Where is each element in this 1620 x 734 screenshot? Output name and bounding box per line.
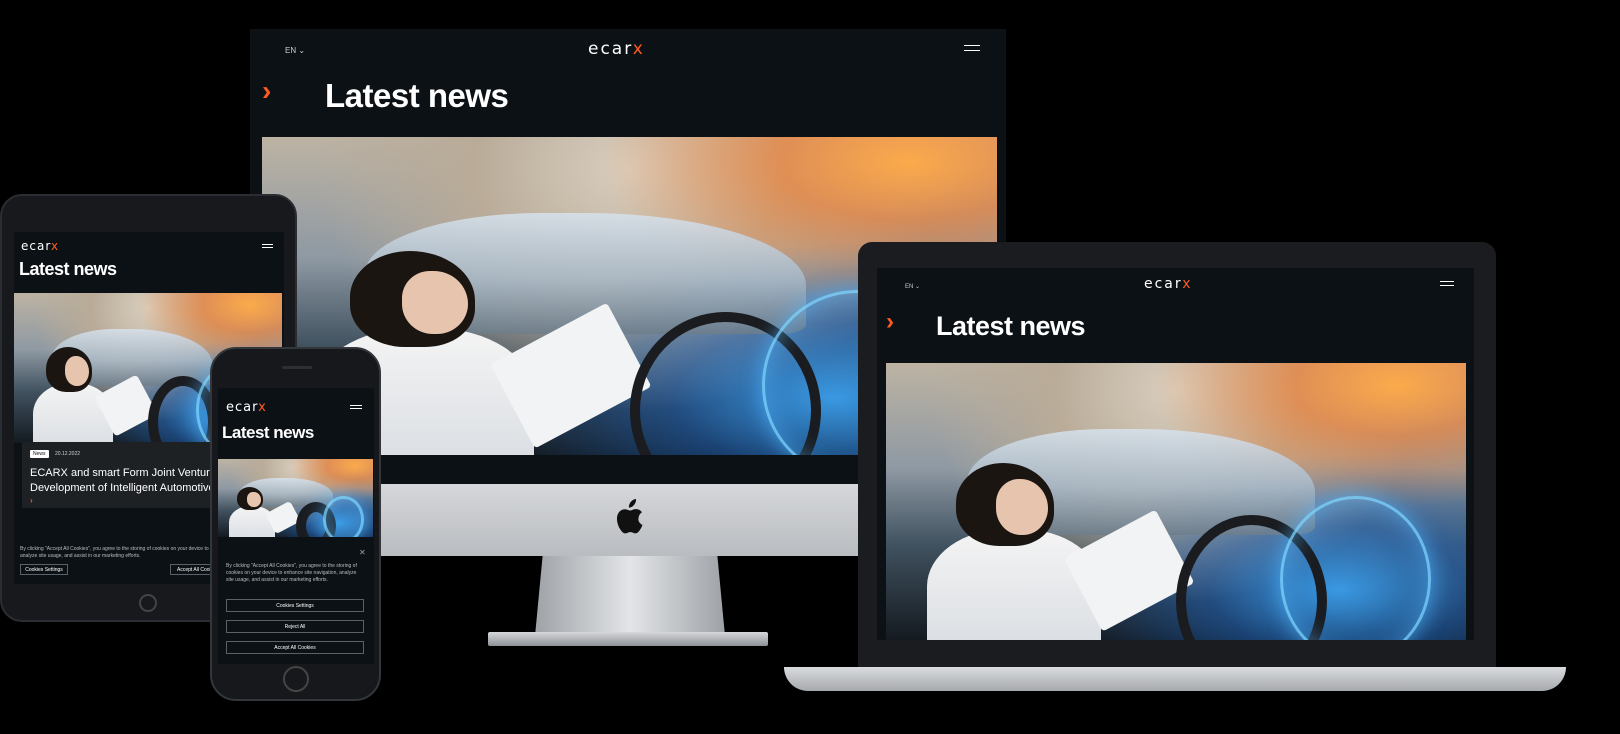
- news-tag: News: [30, 450, 49, 458]
- ecarx-logo[interactable]: ecarx: [588, 39, 645, 59]
- reject-all-button[interactable]: Reject All: [226, 620, 364, 633]
- language-selector[interactable]: EN ⌄: [285, 46, 305, 55]
- accept-all-cookies-button[interactable]: Accept All Cookies: [226, 641, 364, 654]
- laptop-screen: EN ⌄ ecarx › Latest news: [877, 268, 1474, 640]
- hero-image: [218, 459, 373, 537]
- phone-home-button[interactable]: [283, 666, 309, 692]
- chevron-right-icon: ›: [30, 496, 33, 505]
- ecarx-logo[interactable]: ecarx: [226, 400, 267, 415]
- apple-logo-icon: [616, 499, 643, 534]
- cookies-settings-button[interactable]: Cookies Settings: [20, 564, 68, 575]
- laptop-base: [784, 667, 1566, 691]
- page-title: Latest news: [325, 77, 509, 114]
- menu-icon[interactable]: [350, 405, 362, 409]
- page-title: Latest news: [936, 311, 1086, 341]
- cookies-settings-button[interactable]: Cookies Settings: [226, 599, 364, 612]
- page-title: Latest news: [222, 423, 314, 442]
- hero-image: [886, 363, 1466, 640]
- imac-stand: [535, 556, 725, 636]
- menu-icon[interactable]: [964, 45, 980, 51]
- language-selector[interactable]: EN ⌄: [905, 283, 920, 290]
- menu-icon[interactable]: [262, 244, 273, 248]
- phone-speaker: [282, 366, 312, 369]
- chevron-right-icon: ›: [262, 75, 272, 106]
- tablet-home-button[interactable]: [139, 594, 157, 612]
- chevron-right-icon: ›: [886, 308, 894, 335]
- page-title: Latest news: [19, 259, 117, 279]
- news-date: 20.12.2022: [55, 451, 81, 457]
- phone-screen: ecarx Latest news ✕ By clicking "Accept …: [218, 388, 374, 664]
- close-icon[interactable]: ✕: [359, 548, 366, 557]
- cookie-notice-text: By clicking "Accept All Cookies", you ag…: [226, 563, 357, 583]
- ecarx-logo[interactable]: ecarx: [21, 239, 59, 253]
- imac-foot: [488, 632, 768, 646]
- menu-icon[interactable]: [1440, 281, 1454, 286]
- ecarx-logo[interactable]: ecarx: [1144, 276, 1193, 292]
